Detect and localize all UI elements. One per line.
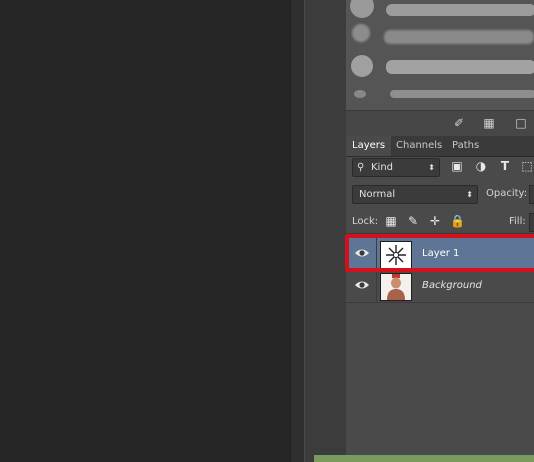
highlight-outline bbox=[345, 234, 534, 272]
layers-panel-tabs: Layers Channels Paths bbox=[346, 136, 534, 157]
layer-row-background[interactable]: Background bbox=[346, 270, 534, 303]
grid-icon[interactable]: ▦ bbox=[482, 116, 496, 130]
search-icon: ⚲ bbox=[357, 162, 365, 173]
layer-thumbnail[interactable] bbox=[380, 273, 412, 301]
fill-label: Fill: bbox=[509, 216, 526, 227]
select-arrows-icon: ⬍ bbox=[466, 190, 473, 199]
filter-kind-select[interactable]: ⚲ Kind ⬍ bbox=[352, 158, 440, 177]
lock-transparent-pixels-icon[interactable]: ▦ bbox=[384, 214, 398, 228]
panel-separator bbox=[290, 0, 305, 462]
lock-image-pixels-icon[interactable]: ✎ bbox=[406, 214, 420, 228]
tab-channels[interactable]: Channels bbox=[390, 136, 448, 156]
select-arrows-icon: ⬍ bbox=[428, 163, 435, 172]
brush-stroke bbox=[384, 30, 534, 44]
lock-row: Lock: ▦ ✎ ✛ 🔒 Fill: bbox=[346, 211, 534, 234]
lock-label: Lock: bbox=[352, 216, 379, 227]
pixel-layer-filter-icon[interactable]: ▣ bbox=[450, 159, 464, 173]
opacity-field[interactable] bbox=[529, 185, 534, 204]
layer-name[interactable]: Background bbox=[422, 280, 482, 291]
new-preset-icon[interactable]: □ bbox=[514, 116, 528, 130]
shape-layer-filter-icon[interactable]: ⬚ bbox=[520, 159, 534, 173]
visibility-eye-icon[interactable] bbox=[354, 279, 370, 291]
brush-stroke bbox=[386, 4, 534, 16]
tab-layers[interactable]: Layers bbox=[346, 136, 392, 156]
lock-position-icon[interactable]: ✛ bbox=[428, 214, 442, 228]
layer-filter-row: ⚲ Kind ⬍ ▣ ◑ T ⬚ bbox=[346, 156, 534, 178]
brush-tip[interactable] bbox=[351, 55, 373, 77]
brush-settings-icon[interactable]: ✐ bbox=[452, 116, 466, 130]
tab-paths[interactable]: Paths bbox=[446, 136, 485, 156]
bottom-edge-strip bbox=[314, 455, 534, 462]
blend-mode-select[interactable]: Normal ⬍ bbox=[352, 185, 478, 204]
opacity-label: Opacity: bbox=[486, 188, 528, 199]
type-layer-filter-icon[interactable]: T bbox=[498, 159, 512, 173]
brush-stroke-preview bbox=[346, 0, 534, 110]
blend-row: Normal ⬍ Opacity: bbox=[346, 183, 534, 205]
brush-tip[interactable] bbox=[352, 24, 370, 42]
brush-stroke bbox=[386, 60, 534, 74]
blend-mode-value: Normal bbox=[359, 189, 396, 200]
document-canvas[interactable] bbox=[0, 0, 290, 462]
brush-stroke bbox=[390, 90, 534, 98]
brush-toolbar: ✐ ▦ □ bbox=[346, 110, 534, 138]
collapsed-panel-dock bbox=[304, 0, 347, 462]
brush-tip[interactable] bbox=[354, 90, 366, 98]
visibility-divider bbox=[376, 270, 377, 302]
adjustment-layer-filter-icon[interactable]: ◑ bbox=[474, 159, 488, 173]
filter-kind-label: Kind bbox=[371, 162, 394, 173]
person-photo-icon bbox=[381, 274, 411, 300]
lock-all-icon[interactable]: 🔒 bbox=[450, 214, 465, 228]
fill-field[interactable] bbox=[529, 213, 534, 232]
brush-tip[interactable] bbox=[350, 0, 374, 18]
